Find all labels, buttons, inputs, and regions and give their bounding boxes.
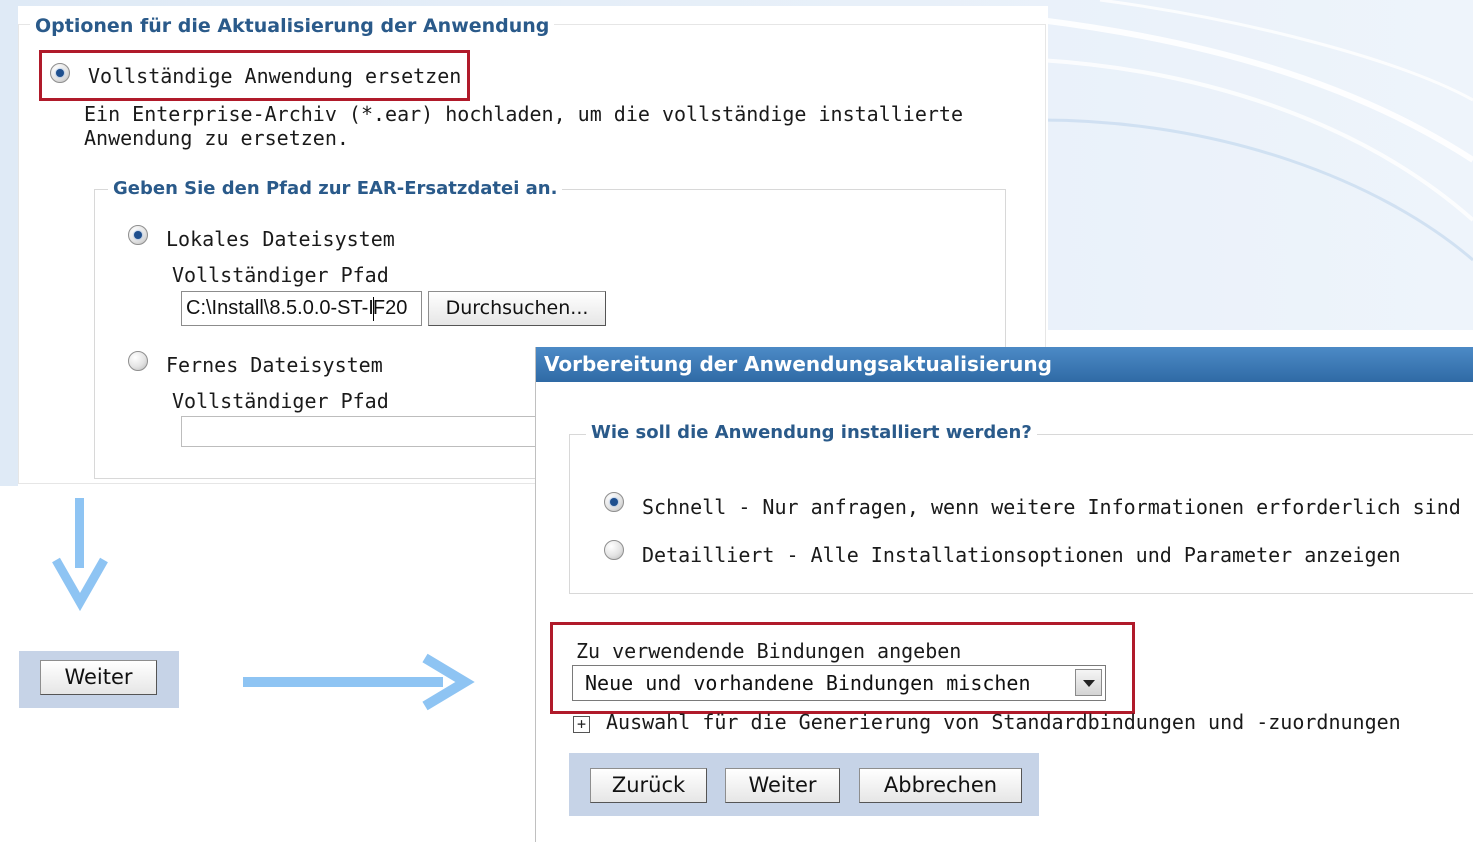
down-arrow-icon bbox=[52, 498, 108, 612]
back-button[interactable]: Zurück bbox=[590, 768, 707, 803]
bindings-select[interactable]: Neue und vorhandene Bindungen mischen bbox=[572, 665, 1106, 701]
local-path-value-end: F20 bbox=[372, 297, 408, 319]
bindings-label: Zu verwendende Bindungen angeben bbox=[576, 639, 962, 663]
local-filesystem-radio[interactable] bbox=[128, 225, 148, 245]
standalone-next-button[interactable]: Weiter bbox=[40, 660, 157, 695]
install-detailed-radio[interactable] bbox=[604, 540, 624, 560]
local-filesystem-label: Lokales Dateisystem bbox=[166, 227, 395, 251]
install-method-legend: Wie soll die Anwendung installiert werde… bbox=[586, 422, 1037, 443]
replace-description: Ein Enterprise-Archiv (*.ear) hochladen,… bbox=[84, 102, 963, 150]
local-full-path-label: Vollständiger Pfad bbox=[172, 263, 389, 287]
expand-plus-icon[interactable]: + bbox=[573, 716, 590, 733]
browse-button[interactable]: Durchsuchen... bbox=[428, 291, 606, 326]
default-bindings-expander-label[interactable]: Auswahl für die Generierung von Standard… bbox=[606, 710, 1401, 734]
install-fast-label: Schnell - Nur anfragen, wenn weitere Inf… bbox=[642, 495, 1461, 519]
install-fast-radio[interactable] bbox=[604, 492, 624, 512]
install-detailed-label: Detailliert - Alle Installationsoptionen… bbox=[642, 543, 1401, 567]
remote-filesystem-radio[interactable] bbox=[128, 351, 148, 371]
remote-path-input[interactable] bbox=[181, 416, 541, 447]
ear-path-legend: Geben Sie den Pfad zur EAR-Ersatzdatei a… bbox=[108, 178, 563, 199]
remote-filesystem-label: Fernes Dateisystem bbox=[166, 353, 383, 377]
replace-application-radio[interactable] bbox=[50, 63, 70, 83]
local-path-input[interactable]: C:\Install\8.5.0.0-ST-IF20 bbox=[181, 291, 422, 326]
bindings-select-value: Neue und vorhandene Bindungen mischen bbox=[585, 671, 1031, 695]
update-preparation-dialog: Vorbereitung der Anwendungsaktualisierun… bbox=[535, 347, 1473, 842]
chevron-down-icon[interactable] bbox=[1075, 669, 1102, 696]
remote-full-path-label: Vollständiger Pfad bbox=[172, 389, 389, 413]
next-button[interactable]: Weiter bbox=[725, 768, 840, 803]
dialog-title: Vorbereitung der Anwendungsaktualisierun… bbox=[536, 347, 1473, 382]
right-arrow-icon bbox=[243, 653, 475, 711]
replace-application-label: Vollständige Anwendung ersetzen bbox=[88, 64, 462, 88]
local-path-value-start: C:\Install\8.5.0.0-ST-I bbox=[186, 297, 374, 319]
cancel-button[interactable]: Abbrechen bbox=[859, 768, 1022, 803]
update-options-legend: Optionen für die Aktualisierung der Anwe… bbox=[30, 15, 555, 37]
